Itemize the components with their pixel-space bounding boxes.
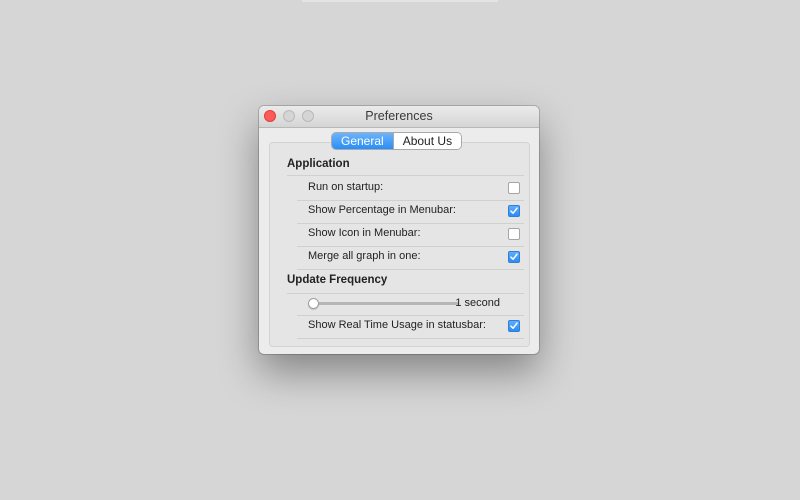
show-icon-checkbox[interactable] (508, 228, 520, 240)
row-show-percentage: Show Percentage in Menubar: (297, 201, 524, 224)
show-icon-label: Show Icon in Menubar: (308, 227, 421, 239)
general-panel: Application Run on startup: Show Percent… (269, 142, 530, 347)
section-divider (287, 175, 524, 176)
statusbar-usage-checkbox[interactable] (508, 320, 520, 332)
tab-bar: General About Us (332, 133, 462, 149)
menubar-edge (302, 0, 498, 2)
merge-graph-label: Merge all graph in one: (308, 250, 421, 262)
run-on-startup-label: Run on startup: (308, 181, 384, 193)
statusbar-usage-label: Show Real Time Usage in statusbar: (308, 319, 486, 331)
show-percentage-label: Show Percentage in Menubar: (308, 204, 456, 216)
update-frequency-slider-track[interactable] (312, 302, 459, 305)
row-merge-graph: Merge all graph in one: (297, 247, 524, 270)
update-frequency-value: 1 second (455, 297, 500, 309)
tab-about-us[interactable]: About Us (392, 133, 462, 149)
row-show-icon: Show Icon in Menubar: (297, 224, 524, 247)
preferences-window: Preferences General About Us Application… (259, 106, 539, 354)
merge-graph-checkbox[interactable] (508, 251, 520, 263)
window-title: Preferences (365, 109, 433, 123)
checkmark-icon (510, 207, 518, 214)
section-title-update-frequency: Update Frequency (287, 274, 388, 286)
title-bar[interactable]: Preferences (259, 106, 539, 128)
checkmark-icon (510, 322, 518, 329)
update-frequency-slider-thumb[interactable] (308, 298, 319, 309)
row-run-on-startup: Run on startup: (297, 178, 524, 201)
tab-general[interactable]: General (332, 133, 393, 149)
run-on-startup-checkbox[interactable] (508, 182, 520, 194)
row-statusbar-usage: Show Real Time Usage in statusbar: (297, 316, 524, 339)
checkmark-icon (510, 253, 518, 260)
section-title-application: Application (287, 158, 350, 170)
desktop: Preferences General About Us Application… (0, 0, 800, 500)
section-divider (287, 293, 524, 294)
show-percentage-checkbox[interactable] (508, 205, 520, 217)
